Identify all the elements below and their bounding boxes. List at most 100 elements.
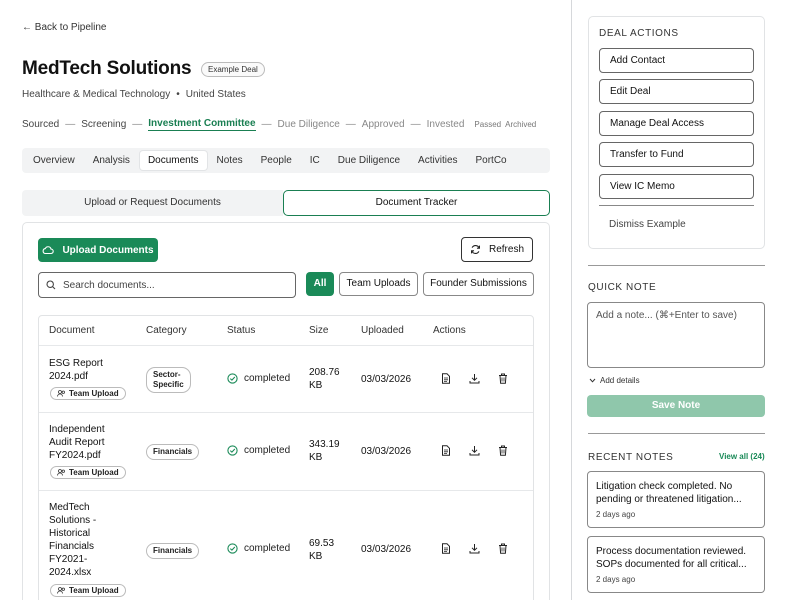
file-size: 343.19 KB	[309, 439, 340, 463]
section-divider	[588, 265, 765, 266]
download-icon[interactable]	[469, 543, 480, 554]
check-circle-icon	[227, 445, 238, 456]
view-document-icon[interactable]	[441, 373, 451, 384]
table-divider	[39, 412, 533, 413]
view-ic-memo-button[interactable]: View IC Memo	[599, 174, 754, 199]
filter-all-button[interactable]: All	[306, 272, 334, 296]
check-circle-icon	[227, 373, 238, 384]
subtitle-separator: •	[176, 89, 180, 100]
search-input[interactable]	[63, 279, 283, 291]
main-content: ← Back to Pipeline MedTech Solutions Exa…	[0, 0, 571, 600]
trash-icon[interactable]	[498, 445, 508, 456]
note-text: Litigation check completed. No pending o…	[596, 481, 742, 505]
recent-notes-title: RECENT NOTES	[588, 452, 674, 463]
status-completed: completed	[227, 445, 290, 456]
team-upload-tag: Team Upload	[50, 466, 126, 479]
stage-sourced[interactable]: Sourced	[22, 119, 59, 130]
tab-due-diligence[interactable]: Due Diligence	[330, 151, 408, 170]
tab-ic[interactable]: IC	[302, 151, 328, 170]
save-note-button[interactable]: Save Note	[587, 395, 765, 417]
upload-documents-button[interactable]: Upload Documents	[38, 238, 158, 262]
column-header-category[interactable]: Category	[146, 325, 187, 336]
document-mode-toggle: Upload or Request Documents Document Tra…	[22, 190, 550, 216]
tab-notes[interactable]: Notes	[209, 151, 251, 170]
row-actions	[441, 373, 508, 384]
tab-overview[interactable]: Overview	[25, 151, 83, 170]
users-icon	[57, 587, 65, 594]
deal-actions-title: DEAL ACTIONS	[599, 28, 679, 39]
trash-icon[interactable]	[498, 373, 508, 384]
column-header-document[interactable]: Document	[49, 325, 95, 336]
recent-note-card[interactable]: Litigation check completed. No pending o…	[587, 471, 765, 528]
chevron-down-icon	[589, 378, 596, 383]
tab-analysis[interactable]: Analysis	[85, 151, 138, 170]
table-row-2-document[interactable]: Independent Audit Report FY2024.pdf	[49, 423, 105, 462]
team-upload-tag: Team Upload	[50, 387, 126, 400]
transfer-to-fund-button[interactable]: Transfer to Fund	[599, 142, 754, 167]
stage-archived[interactable]: Archived	[505, 120, 536, 129]
cloud-icon	[43, 246, 55, 255]
page-title: MedTech Solutions	[22, 58, 192, 79]
manage-deal-access-button[interactable]: Manage Deal Access	[599, 111, 754, 136]
column-header-size[interactable]: Size	[309, 325, 328, 336]
status-completed: completed	[227, 543, 290, 554]
edit-deal-button[interactable]: Edit Deal	[599, 79, 754, 104]
search-box	[38, 272, 296, 298]
stage-passed[interactable]: Passed	[474, 120, 501, 129]
users-icon	[57, 390, 65, 397]
category-badge: Financials	[146, 444, 200, 460]
refresh-icon	[470, 245, 480, 254]
note-text: Process documentation reviewed. SOPs doc…	[596, 546, 747, 570]
stage-screening[interactable]: Screening	[81, 119, 126, 130]
table-divider	[39, 345, 533, 346]
back-to-pipeline-link[interactable]: ← Back to Pipeline	[22, 22, 107, 33]
upload-or-request-tab[interactable]: Upload or Request Documents	[22, 190, 283, 216]
status-completed: completed	[227, 373, 290, 384]
tab-portco[interactable]: PortCo	[468, 151, 515, 170]
stage-tracker: Sourced — Screening — Investment Committ…	[22, 118, 537, 131]
upload-date: 03/03/2026	[361, 446, 412, 457]
quick-note-input[interactable]	[587, 302, 765, 368]
industry-label: Healthcare & Medical Technology	[22, 89, 171, 100]
tab-activities[interactable]: Activities	[410, 151, 465, 170]
file-size: 69.53 KB	[309, 538, 335, 562]
row-actions	[441, 543, 508, 554]
column-header-status[interactable]: Status	[227, 325, 255, 336]
document-tracker-tab[interactable]: Document Tracker	[283, 190, 550, 216]
filter-team-uploads-button[interactable]: Team Uploads	[339, 272, 418, 296]
section-divider	[588, 433, 765, 434]
add-details-toggle[interactable]: Add details	[589, 376, 640, 385]
stage-investment-committee[interactable]: Investment Committee	[148, 118, 256, 131]
file-size: 208.76 KB	[309, 367, 340, 391]
view-document-icon[interactable]	[441, 543, 451, 554]
users-icon	[57, 469, 65, 476]
stage-invested[interactable]: Invested	[427, 119, 465, 130]
download-icon[interactable]	[469, 445, 480, 456]
stage-due-diligence[interactable]: Due Diligence	[278, 119, 340, 130]
download-icon[interactable]	[469, 373, 480, 384]
category-badge: Sector- Specific	[146, 367, 191, 393]
view-all-notes-link[interactable]: View all (24)	[719, 452, 765, 461]
view-document-icon[interactable]	[441, 445, 451, 456]
add-contact-button[interactable]: Add Contact	[599, 48, 754, 73]
trash-icon[interactable]	[498, 543, 508, 554]
check-circle-icon	[227, 543, 238, 554]
note-date: 2 days ago	[596, 575, 636, 584]
stage-approved[interactable]: Approved	[362, 119, 405, 130]
column-header-uploaded[interactable]: Uploaded	[361, 325, 404, 336]
example-deal-badge: Example Deal	[201, 62, 265, 77]
tab-documents[interactable]: Documents	[139, 151, 207, 170]
table-row-1-document[interactable]: ESG Report 2024.pdf	[49, 357, 103, 383]
recent-note-card[interactable]: Process documentation reviewed. SOPs doc…	[587, 536, 765, 593]
table-divider	[39, 490, 533, 491]
tab-people[interactable]: People	[253, 151, 300, 170]
team-upload-tag: Team Upload	[50, 584, 126, 597]
location-label: United States	[185, 89, 246, 100]
column-header-actions: Actions	[433, 325, 466, 336]
filter-founder-submissions-button[interactable]: Founder Submissions	[423, 272, 534, 296]
refresh-button[interactable]: Refresh	[461, 237, 533, 262]
documents-table	[38, 315, 534, 600]
dismiss-example-button[interactable]: Dismiss Example	[609, 219, 686, 230]
deal-actions-divider	[599, 205, 754, 206]
table-row-3-document[interactable]: MedTech Solutions - Historical Financial…	[49, 501, 96, 579]
